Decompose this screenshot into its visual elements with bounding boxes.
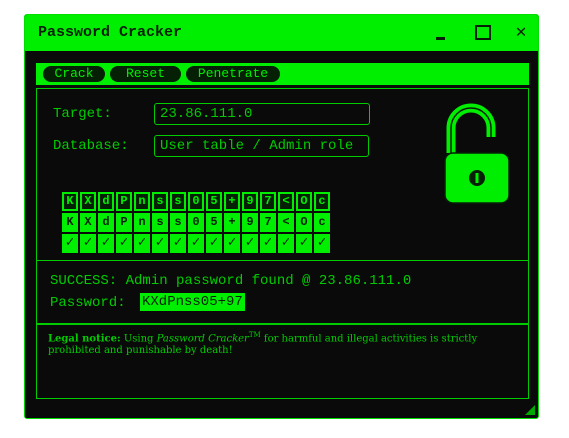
solved-cell: + [224,213,240,232]
legal-tm: TM [248,331,261,339]
reset-button[interactable]: Reset [110,66,181,82]
check-icon: ✓ [98,234,114,253]
candidate-cell: d [98,192,114,211]
check-icon: ✓ [152,234,168,253]
check-icon: ✓ [134,234,150,253]
success-message: SUCCESS: Admin password found @ 23.86.11… [50,273,412,289]
penetrate-button[interactable]: Penetrate [186,66,280,82]
solved-cell: c [314,213,330,232]
candidate-cell: s [170,192,186,211]
crack-grid: K X d P n s s 0 5 + 9 7 < O c K X d P n … [62,192,358,255]
check-icon: ✓ [278,234,294,253]
solved-cell: 7 [260,213,276,232]
password-label: Password: [50,295,126,311]
candidate-cell: X [80,192,96,211]
solved-cell: 5 [206,213,222,232]
window-title: Password Cracker [38,24,183,41]
legal-product: Password Cracker [156,333,249,345]
candidate-cell: O [296,192,312,211]
toolbar: Crack Reset Penetrate [36,63,529,85]
candidate-cell: K [62,192,78,211]
check-icon: ✓ [170,234,186,253]
check-icon: ✓ [206,234,222,253]
solved-cell: n [134,213,150,232]
solved-cell: < [278,213,294,232]
check-icon: ✓ [80,234,96,253]
candidate-cell: < [278,192,294,211]
title-bar[interactable]: Password Cracker ✕ [25,15,538,51]
candidate-cell: P [116,192,132,211]
crack-panel: Target: 23.86.111.0 Database: User table… [36,88,529,261]
solved-row: K X d P n s s 0 5 + 9 7 < O c [62,213,358,232]
solved-cell: 9 [242,213,258,232]
password-value[interactable]: KXdPnss05+97 [140,293,245,311]
legal-heading: Legal notice: [48,333,121,345]
database-label: Database: [53,138,129,154]
check-icon: ✓ [314,234,330,253]
candidate-cell: 0 [188,192,204,211]
status-panel: SUCCESS: Admin password found @ 23.86.11… [36,261,529,324]
candidate-cell: + [224,192,240,211]
database-input[interactable]: User table / Admin role [154,135,369,157]
candidate-cell: 5 [206,192,222,211]
candidate-cell: 7 [260,192,276,211]
solved-cell: 0 [188,213,204,232]
solved-cell: d [98,213,114,232]
check-icon: ✓ [62,234,78,253]
minimize-button[interactable] [431,22,453,44]
resize-grip-icon[interactable] [525,405,535,415]
check-icon: ✓ [296,234,312,253]
solved-cell: K [62,213,78,232]
check-icon: ✓ [116,234,132,253]
target-input[interactable]: 23.86.111.0 [154,103,370,125]
unlocked-padlock-icon [444,103,510,204]
solved-cell: s [170,213,186,232]
maximize-button[interactable] [472,22,494,44]
solved-cell: O [296,213,312,232]
candidate-cell: c [314,192,330,211]
legal-text-1: Using [123,333,154,345]
check-icon: ✓ [188,234,204,253]
close-icon: ✕ [515,23,527,43]
solved-cell: P [116,213,132,232]
candidate-cell: 9 [242,192,258,211]
legal-notice: Legal notice: Using Password CrackerTM f… [36,324,529,399]
solved-cell: X [80,213,96,232]
check-icon: ✓ [242,234,258,253]
crack-button[interactable]: Crack [43,66,105,82]
check-icon: ✓ [260,234,276,253]
check-icon: ✓ [224,234,240,253]
close-button[interactable]: ✕ [510,22,532,44]
solved-cell: s [152,213,168,232]
candidate-cell: n [134,192,150,211]
check-row: ✓ ✓ ✓ ✓ ✓ ✓ ✓ ✓ ✓ ✓ ✓ ✓ ✓ ✓ ✓ [62,234,358,253]
target-label: Target: [53,106,112,122]
candidate-cell: s [152,192,168,211]
password-cracker-window: Password Cracker ✕ Crack Reset Penetrate… [24,14,539,419]
candidate-row: K X d P n s s 0 5 + 9 7 < O c [62,192,358,211]
